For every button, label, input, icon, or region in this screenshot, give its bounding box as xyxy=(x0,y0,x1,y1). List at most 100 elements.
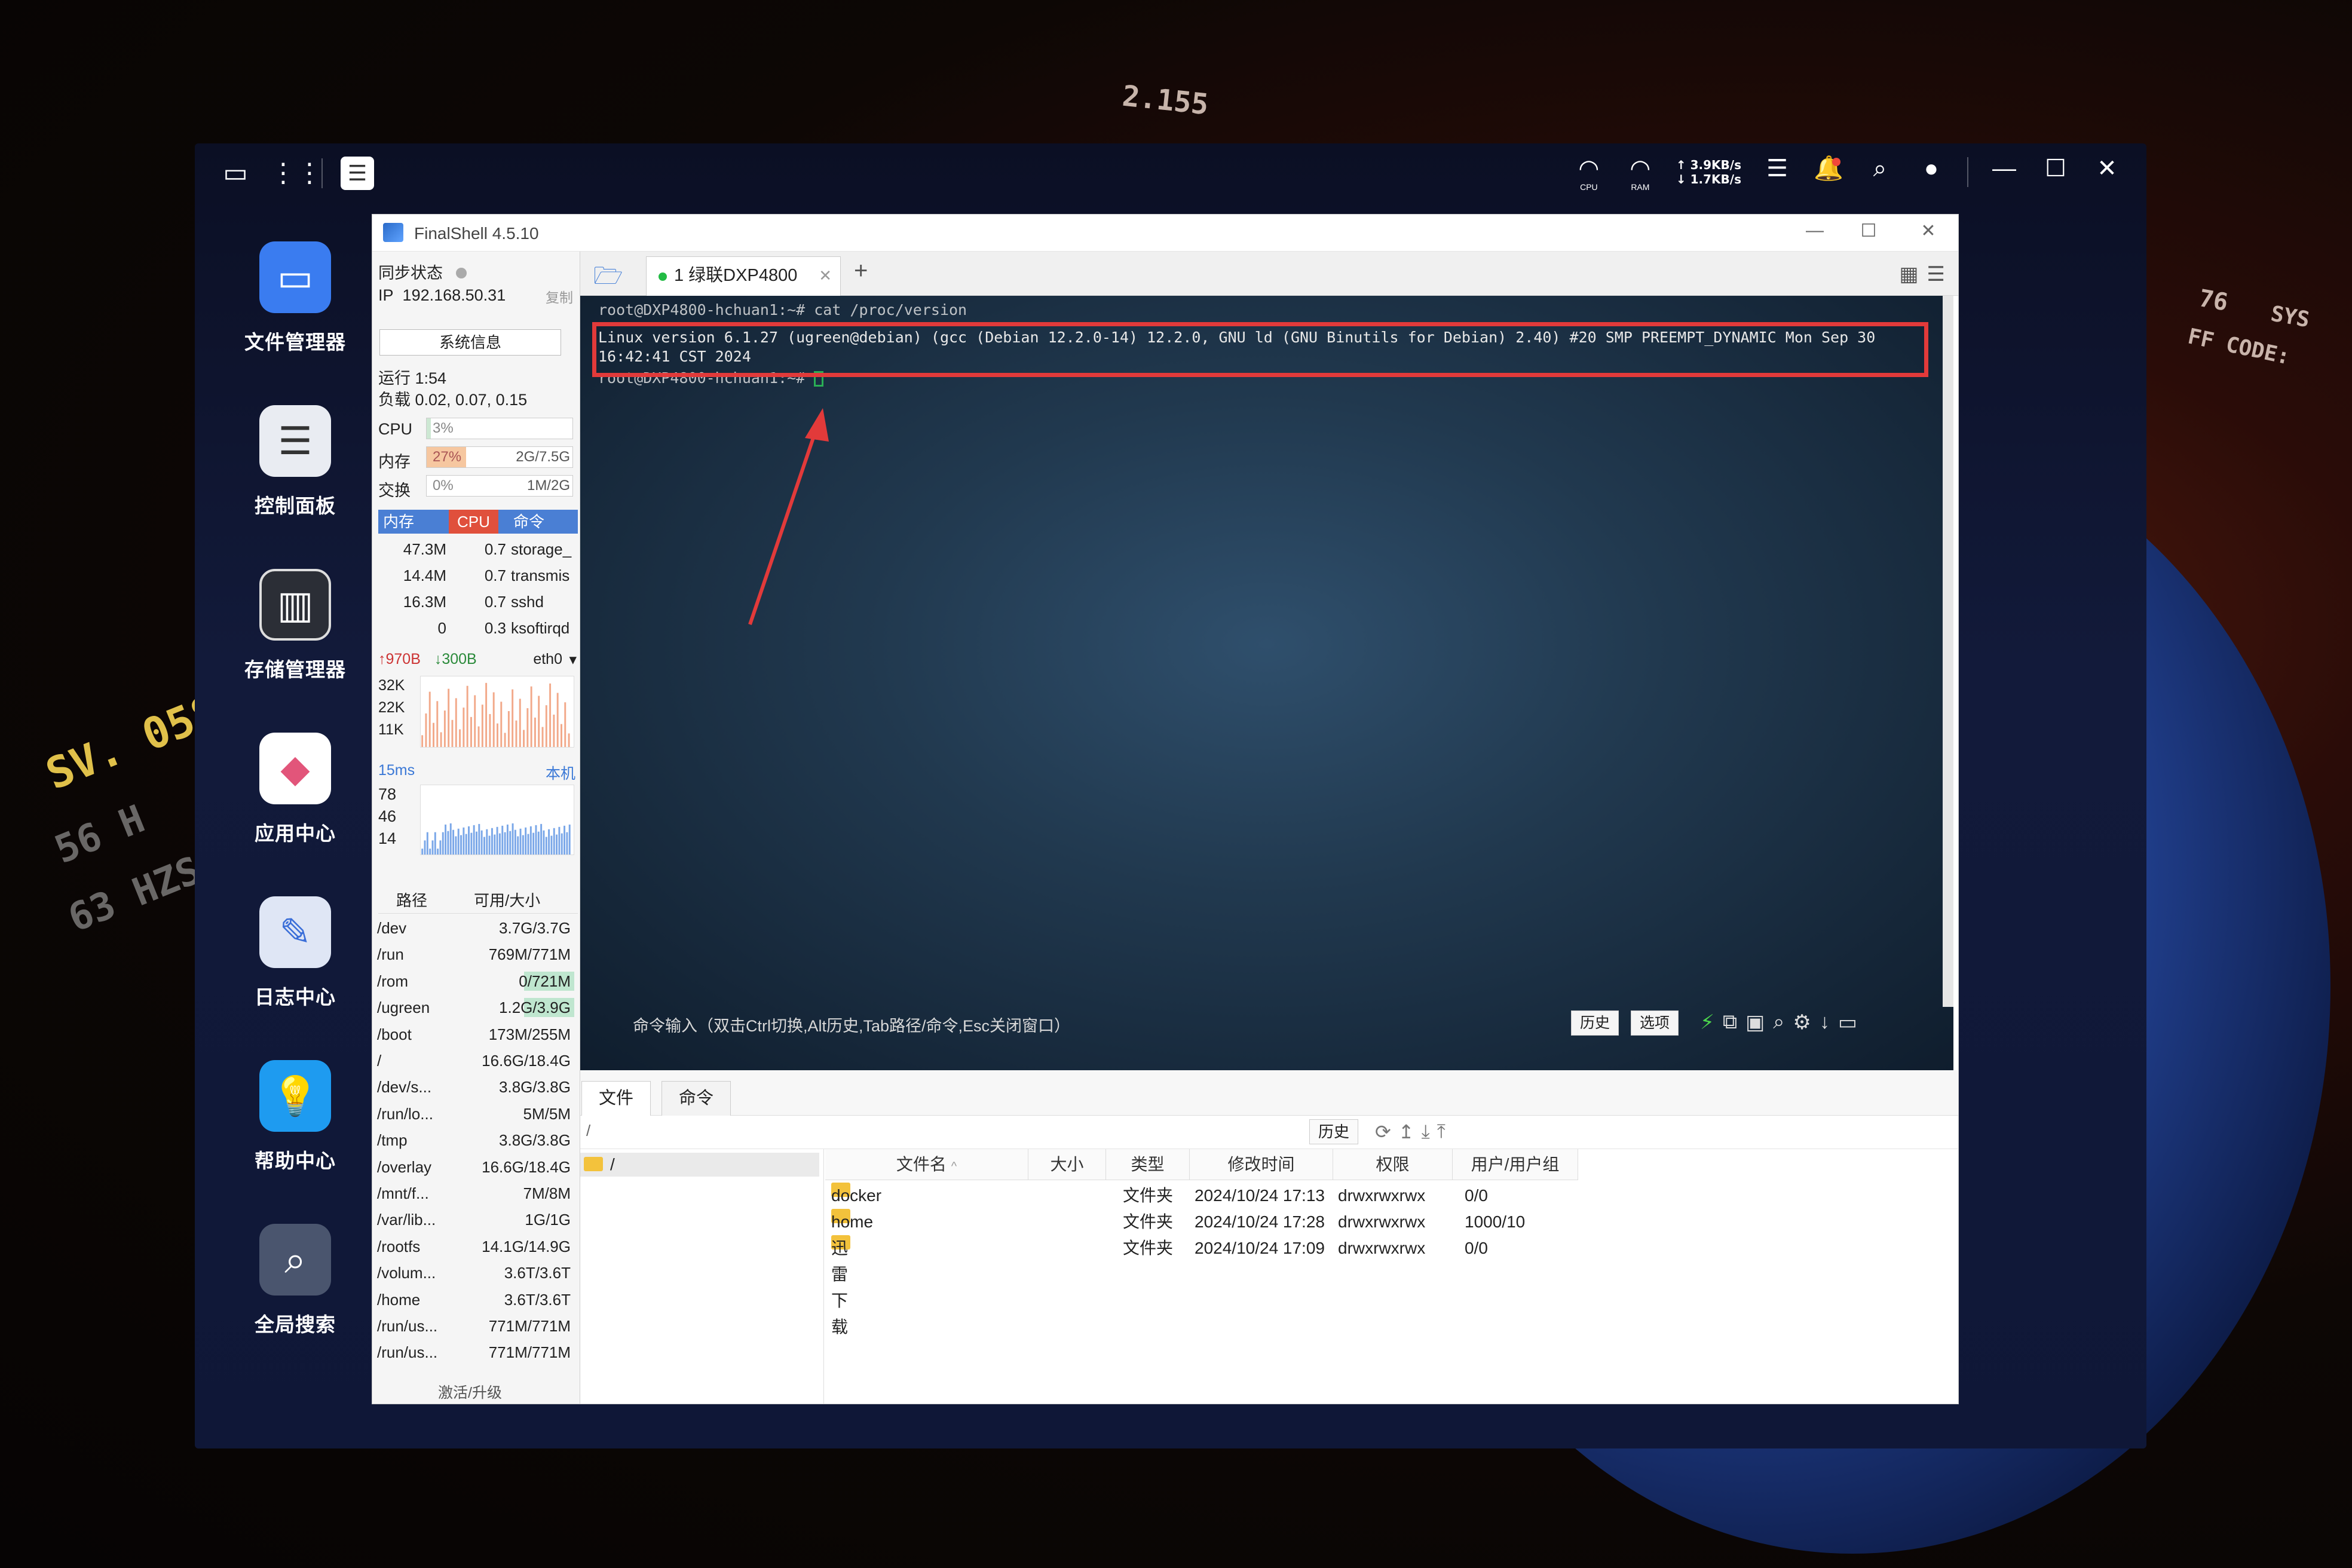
terminal-scrollbar[interactable] xyxy=(1943,296,1953,1007)
settings-gear-icon[interactable]: ⚙ xyxy=(1793,1010,1811,1034)
dock-item-storage-manager[interactable]: ▥ 存储管理器 xyxy=(223,555,367,718)
tree-item-root[interactable]: / xyxy=(580,1153,819,1177)
ping-host[interactable]: 本机 xyxy=(546,762,575,783)
minimize-icon[interactable]: — xyxy=(1989,155,2020,189)
file-row[interactable]: home 文件夹 2024/10/24 17:28 drwxrwxrwx 1000/10 xyxy=(825,1209,1958,1235)
session-tab[interactable]: 1 绿联DXP4800 ✕ xyxy=(646,256,841,296)
col-owner[interactable]: 用户/用户组 xyxy=(1453,1149,1578,1180)
disk-row[interactable]: /run/us... 771M/771M xyxy=(375,1313,574,1339)
proc-col-cmd[interactable]: 命令 xyxy=(513,510,544,534)
net-bar xyxy=(497,723,498,747)
disk-row[interactable]: /home 3.6T/3.6T xyxy=(375,1287,574,1313)
folder-open-icon[interactable]: 🗁 xyxy=(593,259,623,299)
disk-row[interactable]: /run 769M/771M xyxy=(375,941,574,967)
app-grid-icon[interactable]: ⋮⋮ xyxy=(270,157,323,190)
refresh-icon[interactable]: ⟳ xyxy=(1375,1120,1391,1143)
disk-row[interactable]: /volum... 3.6T/3.6T xyxy=(375,1260,574,1286)
col-size[interactable]: 大小 xyxy=(1028,1149,1106,1180)
command-input-hint[interactable]: 命令输入（双击Ctrl切换,Alt历史,Tab路径/命令,Esc关闭窗口） xyxy=(633,1013,1070,1036)
add-tab-icon[interactable]: + xyxy=(854,258,868,284)
col-modified[interactable]: 修改时间 xyxy=(1190,1149,1333,1180)
file-owner: 0/0 xyxy=(1465,1239,1488,1257)
disk-col-size[interactable]: 可用/大小 xyxy=(474,887,540,914)
close-icon[interactable]: ✕ xyxy=(2091,155,2123,189)
show-desktop-icon[interactable]: ▭ xyxy=(219,157,252,190)
tab-files[interactable]: 文件 xyxy=(581,1081,651,1116)
dock-item-log-center[interactable]: ✎ 日志中心 xyxy=(223,882,367,1046)
disk-col-path[interactable]: 路径 xyxy=(396,887,427,914)
ping-bar xyxy=(509,831,512,855)
finalshell-titlebar[interactable]: FinalShell 4.5.10 — ☐ ✕ xyxy=(372,215,1958,252)
activate-upgrade-link[interactable]: 激活/升级 xyxy=(438,1381,502,1402)
disk-row[interactable]: / 16.6G/18.4G xyxy=(375,1048,574,1074)
close-tab-icon[interactable]: ✕ xyxy=(819,257,832,294)
disk-row[interactable]: /boot 173M/255M xyxy=(375,1021,574,1048)
remote-path-input[interactable]: / xyxy=(586,1122,590,1140)
net-interface-select[interactable]: eth0 xyxy=(533,651,562,668)
dock-item-global-search[interactable]: ⌕ 全局搜索 xyxy=(223,1209,367,1373)
file-row[interactable]: 迅雷下载 文件夹 2024/10/24 17:09 drwxrwxrwx 0/0 xyxy=(825,1235,1958,1336)
cpu-gauge-icon[interactable]: ◠ CPU xyxy=(1573,155,1604,191)
disk-row[interactable]: /var/lib... 1G/1G xyxy=(375,1206,574,1233)
command-history-button[interactable]: 历史 xyxy=(1571,1010,1619,1036)
dock-item-app-center[interactable]: ◆ 应用中心 xyxy=(223,718,367,882)
lightning-icon[interactable]: ⚡ xyxy=(1700,1010,1714,1034)
dock-item-file-manager[interactable]: ▭ 文件管理器 xyxy=(223,227,367,391)
close-icon[interactable]: ✕ xyxy=(1916,220,1940,241)
process-row[interactable]: 16.3M 0.7 sshd xyxy=(378,589,578,615)
col-file-name[interactable]: 文件名 ^ xyxy=(825,1149,1028,1180)
download-icon[interactable]: ⤓ xyxy=(1422,1120,1430,1143)
disk-row[interactable]: /rom 0/721M xyxy=(375,968,574,994)
window-icon[interactable]: ▭ xyxy=(1838,1010,1857,1034)
disk-row[interactable]: /overlay 16.6G/18.4G xyxy=(375,1154,574,1180)
process-row[interactable]: 47.3M 0.7 storage_ xyxy=(378,536,578,562)
network-speed[interactable]: ↑ 3.9KB/s ↓ 1.7KB/s xyxy=(1676,158,1741,186)
search-icon[interactable]: ⌕ xyxy=(1864,155,1895,189)
disk-row[interactable]: /run/us... 771M/771M xyxy=(375,1339,574,1365)
proc-col-mem[interactable]: 内存 xyxy=(383,510,414,534)
chevron-down-icon[interactable]: ▾ xyxy=(569,651,577,669)
ping-bar xyxy=(468,826,470,855)
disk-row[interactable]: /rootfs 14.1G/14.9G xyxy=(375,1233,574,1260)
proc-col-cpu[interactable]: CPU xyxy=(449,510,498,534)
download-arrow-icon[interactable]: ↓ xyxy=(1820,1010,1830,1034)
command-input-bar[interactable]: 命令输入（双击Ctrl切换,Alt历史,Tab路径/命令,Esc关闭窗口） 历史… xyxy=(615,1004,1930,1040)
user-icon[interactable]: ● xyxy=(1916,155,1947,189)
dock-item-control-panel[interactable]: ☰ 控制面板 xyxy=(223,391,367,555)
task-list-icon[interactable]: ☰ xyxy=(1762,155,1793,189)
net-bar xyxy=(470,716,472,747)
search-icon[interactable]: ⌕ xyxy=(1773,1010,1784,1034)
upload-icon[interactable]: ⤒ xyxy=(1437,1120,1446,1143)
disk-size: 769M/771M xyxy=(488,945,571,964)
ram-gauge-icon[interactable]: ◠ RAM xyxy=(1625,155,1656,191)
col-permissions[interactable]: 权限 xyxy=(1333,1149,1453,1180)
tab-commands[interactable]: 命令 xyxy=(662,1081,731,1116)
ip-address[interactable]: 192.168.50.31 xyxy=(403,286,506,304)
disk-row[interactable]: /mnt/f... 7M/8M xyxy=(375,1180,574,1206)
finalshell-taskbar-icon[interactable]: ☰ xyxy=(341,157,374,190)
system-info-button[interactable]: 系统信息 xyxy=(379,329,561,356)
terminal[interactable]: root@DXP4800-hchuan1:~# cat /proc/versio… xyxy=(580,296,1953,1070)
disk-row[interactable]: /tmp 3.8G/3.8G xyxy=(375,1127,574,1153)
col-type[interactable]: 类型 xyxy=(1106,1149,1190,1180)
minimize-icon[interactable]: — xyxy=(1803,220,1827,241)
menu-icon[interactable]: ☰ xyxy=(1927,262,1945,286)
maximize-icon[interactable]: ☐ xyxy=(2040,155,2071,189)
dock-item-help-center[interactable]: 💡 帮助中心 xyxy=(223,1046,367,1209)
disk-row[interactable]: /run/lo... 5M/5M xyxy=(375,1101,574,1127)
command-options-button[interactable]: 选项 xyxy=(1631,1010,1679,1036)
notification-bell-icon[interactable]: 🔔 xyxy=(1813,155,1844,189)
paste-icon[interactable]: ▣ xyxy=(1745,1010,1765,1034)
up-directory-icon[interactable]: ↥ xyxy=(1398,1120,1414,1143)
process-row[interactable]: 14.4M 0.7 transmis xyxy=(378,562,578,589)
process-row[interactable]: 0 0.3 ksoftirqd xyxy=(378,615,578,641)
file-row[interactable]: docker 文件夹 2024/10/24 17:13 drwxrwxrwx 0/0 xyxy=(825,1183,1958,1209)
layout-grid-icon[interactable]: ▦ xyxy=(1899,262,1918,286)
disk-row[interactable]: /ugreen 1.2G/3.9G xyxy=(375,994,574,1021)
disk-row[interactable]: /dev/s... 3.8G/3.8G xyxy=(375,1074,574,1100)
maximize-icon[interactable]: ☐ xyxy=(1857,220,1881,241)
copy-ip-link[interactable]: 复制 xyxy=(546,286,573,307)
copy-icon[interactable]: ⧉ xyxy=(1723,1010,1737,1034)
path-history-button[interactable]: 历史 xyxy=(1309,1119,1359,1144)
disk-row[interactable]: /dev 3.7G/3.7G xyxy=(375,915,574,941)
